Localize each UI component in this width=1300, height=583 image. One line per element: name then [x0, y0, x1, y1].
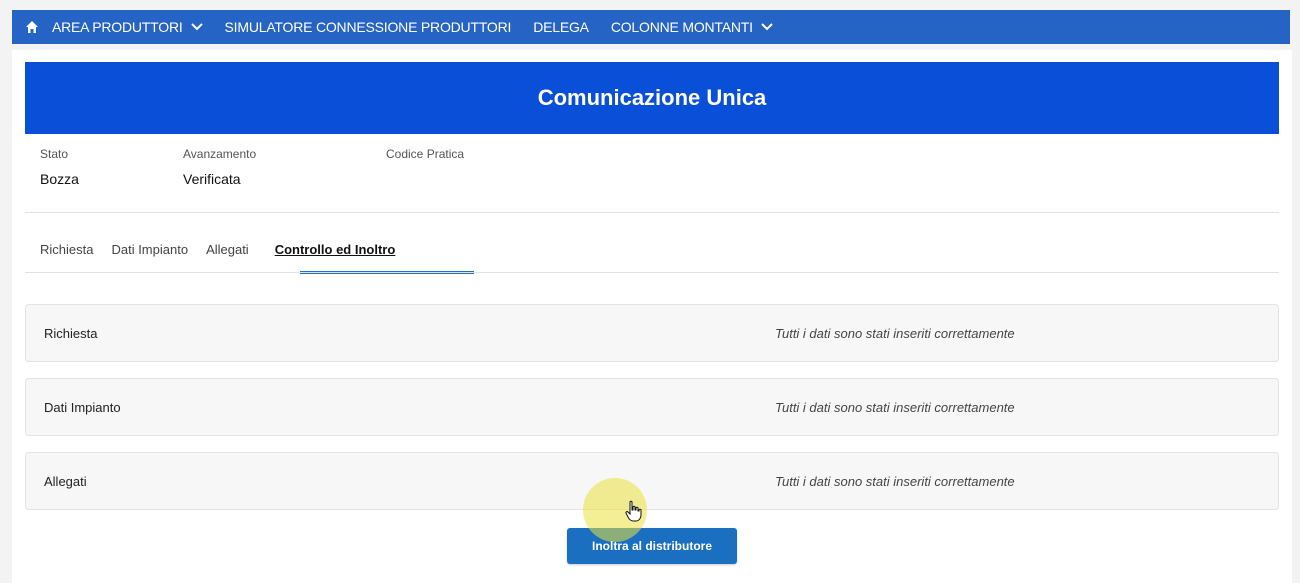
divider — [25, 212, 1279, 213]
avanzamento-value: Verificata — [183, 171, 241, 187]
section-richiesta[interactable]: Richiesta Tutti i dati sono stati inseri… — [25, 304, 1279, 362]
nav-item-delega[interactable]: DELEGA — [533, 19, 589, 35]
status-avanzamento: Avanzamento Verificata — [183, 147, 256, 187]
tab-richiesta[interactable]: Richiesta — [40, 242, 93, 257]
chevron-down-icon — [761, 23, 773, 31]
stato-value: Bozza — [40, 171, 79, 187]
avanzamento-label: Avanzamento — [183, 147, 257, 161]
nav-item-colonne-montanti[interactable]: COLONNE MONTANTI — [611, 19, 773, 35]
nav-item-label: SIMULATORE CONNESSIONE PRODUTTORI — [224, 19, 512, 35]
divider — [25, 272, 1279, 273]
nav-item-label: COLONNE MONTANTI — [610, 19, 753, 35]
tab-controllo-ed-inoltro[interactable]: Controllo ed Inoltro — [275, 242, 396, 257]
nav-item-label: DELEGA — [533, 19, 589, 35]
section-name: Allegati — [44, 474, 87, 489]
nav-item-area-produttori[interactable]: AREA PRODUTTORI — [52, 19, 203, 35]
hand-pointer-icon — [625, 500, 643, 527]
top-navigation: AREA PRODUTTORI SIMULATORE CONNESSIONE P… — [12, 10, 1290, 44]
home-icon[interactable] — [12, 10, 52, 44]
stato-label: Stato — [40, 147, 69, 161]
section-status-message: Tutti i dati sono stati inseriti corrett… — [775, 326, 1015, 341]
page-title-bar: Comunicazione Unica — [25, 62, 1279, 134]
section-status-message: Tutti i dati sono stati inseriti corrett… — [775, 474, 1015, 489]
status-codice-pratica: Codice Pratica — [386, 147, 464, 171]
tab-bar: Richiesta Dati Impianto Allegati Control… — [40, 242, 413, 257]
page-title: Comunicazione Unica — [537, 85, 767, 110]
status-stato: Stato Bozza — [40, 147, 79, 187]
tab-dati-impianto[interactable]: Dati Impianto — [111, 242, 188, 257]
section-name: Dati Impianto — [44, 400, 121, 415]
section-status-message: Tutti i dati sono stati inseriti corrett… — [775, 400, 1015, 415]
section-name: Richiesta — [44, 326, 98, 341]
section-dati-impianto[interactable]: Dati Impianto Tutti i dati sono stati in… — [25, 378, 1279, 436]
section-allegati[interactable]: Allegati Tutti i dati sono stati inserit… — [25, 452, 1279, 510]
nav-item-simulatore[interactable]: SIMULATORE CONNESSIONE PRODUTTORI — [225, 19, 512, 35]
tab-allegati[interactable]: Allegati — [206, 242, 249, 257]
chevron-down-icon — [190, 23, 203, 31]
nav-item-label: AREA PRODUTTORI — [52, 19, 183, 35]
codice-pratica-label: Codice Pratica — [386, 147, 465, 161]
main-panel: Comunicazione Unica Stato Bozza Avanzame… — [12, 50, 1292, 583]
